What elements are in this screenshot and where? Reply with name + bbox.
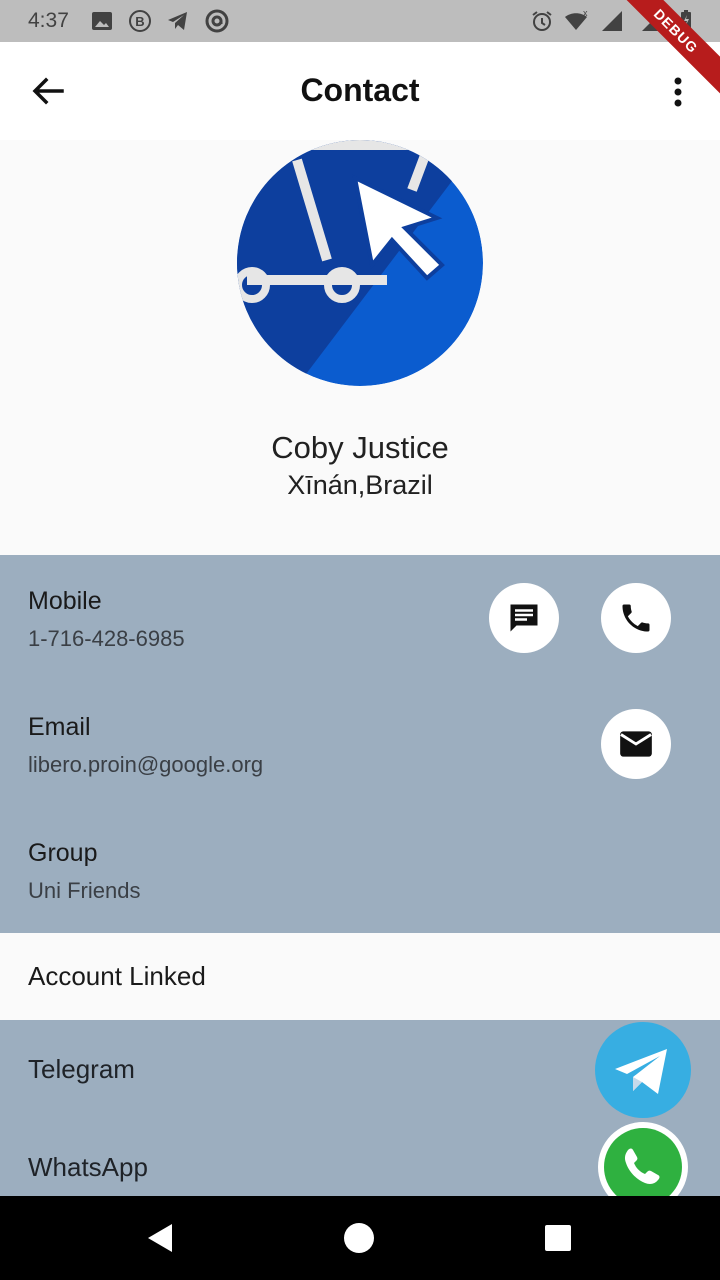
whatsapp-logo-icon[interactable]: [598, 1122, 688, 1196]
account-linked-section: Account Linked: [0, 933, 720, 1020]
image-icon: [92, 12, 112, 30]
linked-accounts-panel: Telegram WhatsApp: [0, 1020, 720, 1196]
nav-recents-icon[interactable]: [540, 1220, 576, 1256]
call-button[interactable]: [601, 583, 671, 653]
email-button[interactable]: [601, 709, 671, 779]
more-vert-icon[interactable]: [666, 76, 690, 108]
system-nav-bar: [0, 1196, 720, 1280]
svg-text:x: x: [583, 9, 588, 18]
message-icon: [510, 604, 538, 632]
nav-back-icon[interactable]: [142, 1220, 178, 1256]
wifi-icon: x: [565, 9, 588, 30]
alarm-icon: [532, 11, 552, 31]
contact-name: Coby Justice: [271, 430, 449, 465]
page-title: Contact: [300, 72, 420, 108]
contact-info-panel: Mobile 1-716-428-6985 Email libero.proin…: [0, 555, 720, 933]
b-notification-icon: B: [129, 10, 151, 32]
app-bar: Contact: [0, 42, 720, 140]
message-button[interactable]: [489, 583, 559, 653]
signal-icon: [602, 11, 622, 31]
group-label: Group: [28, 839, 98, 867]
profile-section: Coby Justice Xīnán,Brazil: [0, 140, 720, 555]
telegram-notification-icon: [168, 12, 187, 30]
phone-icon: [622, 604, 650, 632]
mobile-value: 1-716-428-6985: [28, 626, 185, 651]
email-value: libero.proin@google.org: [28, 752, 264, 777]
email-label: Email: [28, 713, 91, 741]
avatar: [237, 140, 483, 386]
status-time: 4:37: [28, 9, 69, 32]
nav-home-icon[interactable]: [341, 1220, 377, 1256]
telegram-label: Telegram: [28, 1054, 135, 1084]
telegram-logo-icon[interactable]: [595, 1022, 691, 1118]
mobile-label: Mobile: [28, 587, 102, 615]
account-linked-header: Account Linked: [28, 961, 206, 991]
at-sign-icon: [205, 9, 229, 33]
svg-text:B: B: [135, 14, 144, 29]
group-value: Uni Friends: [28, 878, 141, 903]
whatsapp-label: WhatsApp: [28, 1152, 148, 1182]
status-bar: 4:37 B x: [0, 0, 720, 42]
contact-location: Xīnán,Brazil: [287, 470, 433, 500]
mail-icon: [620, 731, 652, 757]
